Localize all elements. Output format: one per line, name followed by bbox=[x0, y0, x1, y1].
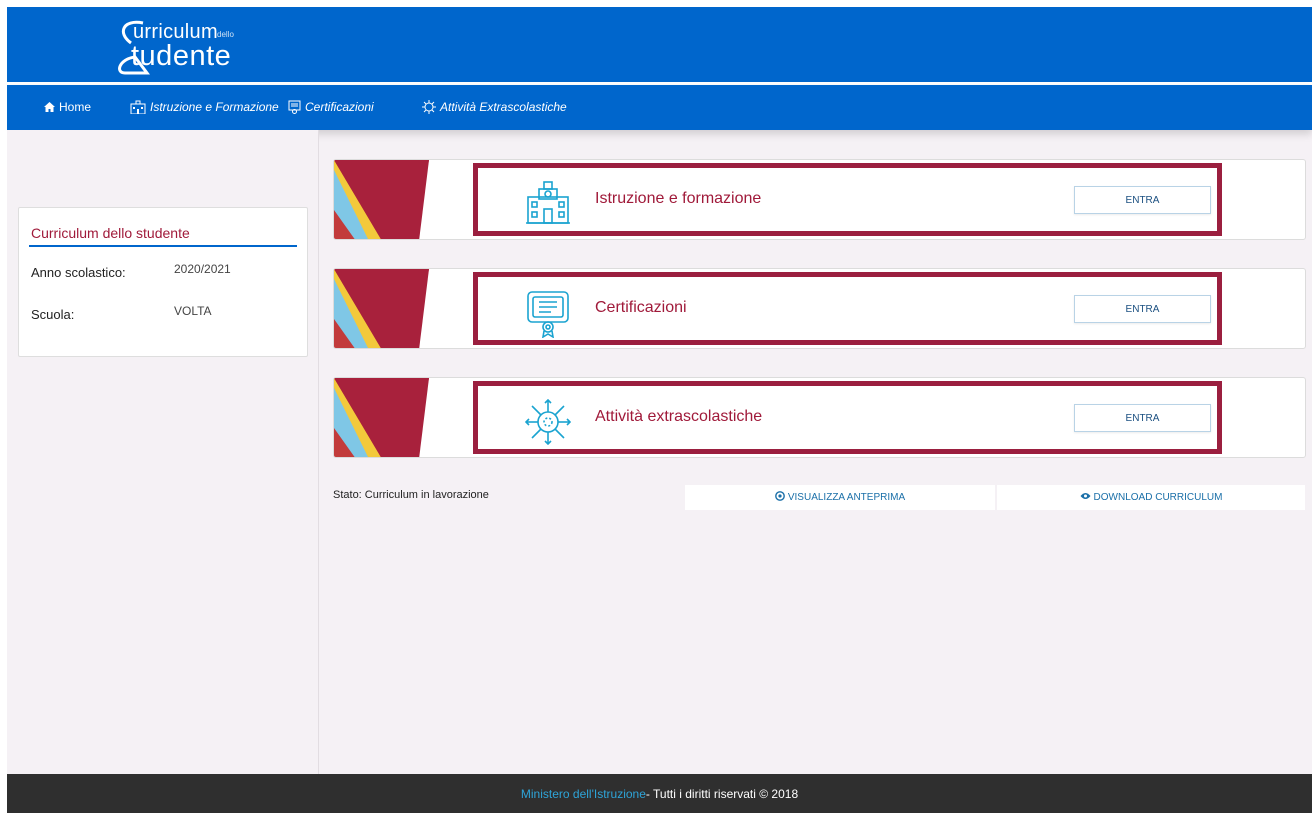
footer-copyright: - Tutti i diritti riservati © 2018 bbox=[645, 786, 799, 801]
card-title: Certificazioni bbox=[595, 299, 687, 316]
anno-value: 2020/2021 bbox=[174, 262, 231, 276]
certificate-icon bbox=[525, 290, 571, 343]
preview-label: VISUALIZZA ANTEPRIMA bbox=[787, 492, 906, 503]
download-button[interactable]: DOWNLOAD CURRICULUM bbox=[997, 485, 1305, 510]
student-info-title: Curriculum dello studente bbox=[31, 225, 190, 241]
eye-icon bbox=[1080, 492, 1091, 503]
ministero-link[interactable]: Ministero dell'Istruzione bbox=[521, 787, 646, 801]
nav-certificazioni-label: Certificazioni bbox=[305, 100, 374, 114]
home-icon bbox=[44, 102, 55, 112]
activities-icon bbox=[422, 100, 436, 114]
preview-icon bbox=[774, 491, 785, 504]
title-underline bbox=[29, 245, 297, 247]
decorative-stripe bbox=[334, 269, 429, 348]
entra-button[interactable]: ENTRA bbox=[1074, 186, 1211, 214]
decorative-stripe bbox=[334, 160, 429, 239]
nav-attivita[interactable]: Attività Extrascolastiche bbox=[422, 100, 567, 114]
nav-istruzione[interactable]: Istruzione e Formazione bbox=[130, 100, 279, 114]
footer: Ministero dell'Istruzione - Tutti i diri… bbox=[7, 774, 1312, 813]
student-info-card: Curriculum dello studente Anno scolastic… bbox=[18, 207, 308, 357]
nav-istruzione-label: Istruzione e Formazione bbox=[150, 100, 279, 114]
download-label: DOWNLOAD CURRICULUM bbox=[1093, 492, 1223, 503]
school-building-icon bbox=[130, 100, 146, 114]
logo[interactable]: urriculum dello tudente bbox=[113, 15, 273, 77]
nav-certificazioni[interactable]: Certificazioni bbox=[288, 100, 374, 114]
scuola-value: VOLTA bbox=[174, 304, 212, 318]
logo-small: dello bbox=[217, 30, 234, 39]
status-text: Stato: Curriculum in lavorazione bbox=[333, 489, 489, 501]
card-attivita: Attività extrascolastiche ENTRA bbox=[333, 377, 1306, 458]
entra-button[interactable]: ENTRA bbox=[1074, 404, 1211, 432]
main-nav: Home Istruzione e Formazione Certificazi… bbox=[7, 85, 1312, 130]
header: urriculum dello tudente bbox=[7, 7, 1312, 82]
anno-label: Anno scolastico: bbox=[31, 265, 126, 280]
card-certificazioni: Certificazioni ENTRA bbox=[333, 268, 1306, 349]
decorative-stripe bbox=[334, 378, 429, 457]
card-title: Istruzione e formazione bbox=[595, 190, 762, 207]
certificate-icon bbox=[288, 100, 301, 114]
preview-button[interactable]: VISUALIZZA ANTEPRIMA bbox=[685, 485, 995, 510]
scuola-label: Scuola: bbox=[31, 307, 75, 322]
nav-home-label: Home bbox=[59, 100, 92, 114]
sidebar: Curriculum dello studente Anno scolastic… bbox=[7, 130, 319, 774]
card-title: Attività extrascolastiche bbox=[595, 408, 763, 425]
school-building-icon bbox=[525, 181, 571, 230]
nav-home[interactable]: Home bbox=[44, 100, 91, 114]
nav-attivita-label: Attività Extrascolastiche bbox=[440, 100, 567, 114]
entra-button[interactable]: ENTRA bbox=[1074, 295, 1211, 323]
app-frame: urriculum dello tudente Home Istruzione … bbox=[7, 7, 1312, 813]
logo-line2: tudente bbox=[131, 40, 232, 72]
activities-icon bbox=[524, 398, 572, 450]
card-istruzione: Istruzione e formazione ENTRA bbox=[333, 159, 1306, 240]
